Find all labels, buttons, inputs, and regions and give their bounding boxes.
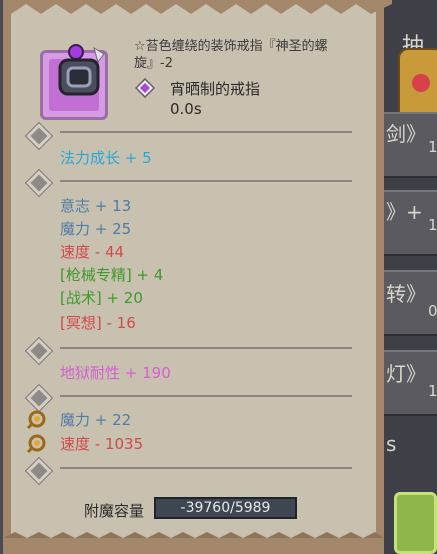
bg-green-button[interactable] <box>394 492 437 554</box>
item-name: ☆苔色缠绕的装饰戒指『神圣的螺旋』-2 <box>134 39 328 71</box>
item-type: 宵晒制的戒指 <box>170 80 261 98</box>
panel-top-ornament <box>11 0 392 14</box>
bg-row-2-label: 》+ <box>386 200 423 224</box>
stat-speed: 速度 - 44 <box>60 243 125 261</box>
bg-row-1-label: 剑》 <box>386 122 426 146</box>
stat-meditation: [冥想] - 16 <box>60 314 136 332</box>
rune-icon <box>26 434 46 454</box>
rune-icon <box>26 410 46 430</box>
bg-row-5-label: s <box>386 432 397 456</box>
divider <box>60 395 352 397</box>
stat-magic: 魔力 + 25 <box>60 220 132 238</box>
stat-tactics: [战术] + 20 <box>60 289 143 307</box>
divider <box>60 347 352 349</box>
bg-row-2-value: 1 <box>428 216 437 234</box>
bg-row-1-value: 1 <box>428 138 437 156</box>
stat-rune-magic: 魔力 + 22 <box>60 411 132 429</box>
ring-icon <box>58 44 105 96</box>
bg-row-4-value: 1 <box>428 382 437 400</box>
enchant-capacity-label: 附魔容量 <box>84 502 145 520</box>
bg-row-4-label: 灯》 <box>386 362 426 386</box>
stat-firearm: [枪械专精] + 4 <box>60 266 164 284</box>
divider <box>60 467 352 469</box>
panel-bottom-ornament <box>3 532 384 554</box>
stat-mana-growth: 法力成长 + 5 <box>60 149 152 167</box>
bg-item-icon[interactable] <box>398 48 437 122</box>
gem-icon <box>135 78 155 98</box>
enchant-capacity-value: -39760/5989 <box>154 497 297 519</box>
divider <box>60 131 352 133</box>
stat-willpower: 意志 + 13 <box>60 197 132 215</box>
stat-rune-speed: 速度 - 1035 <box>60 435 144 453</box>
divider <box>60 180 352 182</box>
bg-row-3-label: 转》 <box>386 282 426 306</box>
stat-hell-resistance: 地狱耐性 + 190 <box>60 364 171 382</box>
bg-row-3-value: 0 <box>428 302 437 320</box>
item-time: 0.0s <box>170 100 202 118</box>
